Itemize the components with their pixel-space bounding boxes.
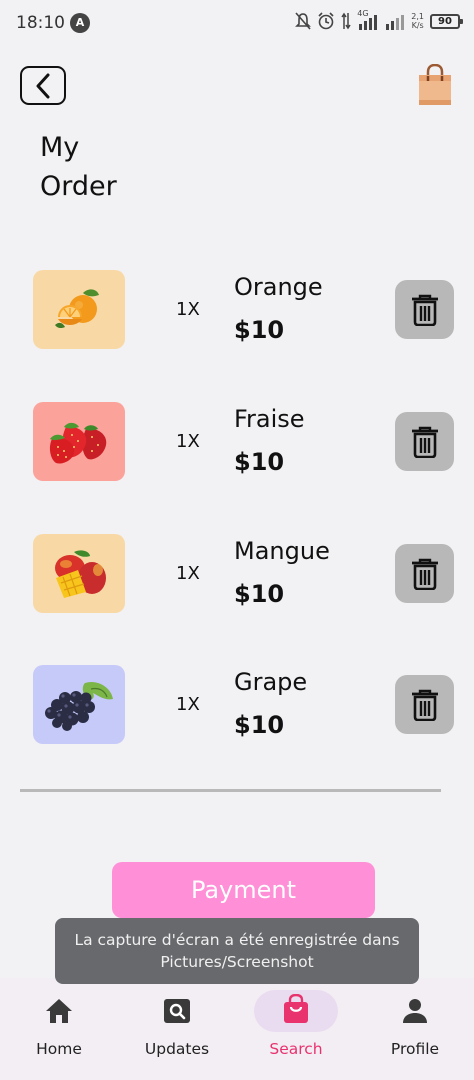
page-title: My Order (40, 132, 117, 202)
back-button[interactable] (20, 66, 66, 105)
data-transfer-icon (341, 12, 351, 30)
order-item-orange: 1X Orange $10 (0, 270, 474, 350)
trash-icon (411, 558, 438, 590)
battery-level: 90 (438, 15, 452, 27)
shopping-bag-nav-icon (284, 994, 308, 1023)
shopping-bag-icon[interactable] (418, 64, 452, 106)
signal-4g-group: 4G (357, 9, 379, 30)
item-quantity: 1X (176, 431, 200, 452)
notification-a-icon: A (70, 13, 90, 33)
net-speed: 2,1 K/s (411, 12, 424, 30)
screenshot-toast: La capture d'écran a été enregistrée dan… (55, 918, 419, 984)
item-name: Orange (234, 273, 323, 301)
item-price: $10 (234, 580, 285, 608)
trash-icon (411, 426, 438, 458)
payment-button[interactable]: Payment (112, 862, 375, 918)
item-quantity: 1X (176, 694, 200, 715)
search-box-icon (164, 999, 190, 1023)
nav-label-search: Search (269, 1040, 323, 1058)
product-thumbnail (33, 534, 125, 613)
trash-icon (411, 294, 438, 326)
order-item-mangue: 1X Mangue $10 (0, 534, 474, 614)
item-name: Mangue (234, 537, 330, 565)
nav-label-profile: Profile (390, 1040, 440, 1058)
order-item-grape: 1X Grape $10 (0, 665, 474, 745)
delete-item-button[interactable] (395, 412, 454, 471)
item-price: $10 (234, 448, 285, 476)
nav-label-updates: Updates (144, 1040, 210, 1058)
home-icon (46, 999, 72, 1023)
trash-icon (411, 689, 438, 721)
nav-label-home: Home (36, 1040, 82, 1058)
divider (20, 789, 441, 792)
product-thumbnail (33, 402, 125, 481)
alarm-icon (318, 12, 334, 30)
status-icons: 4G 2,1 K/s 90 (295, 9, 463, 30)
person-icon (403, 999, 427, 1023)
nav-item-profile[interactable]: Profile (356, 978, 474, 1080)
chevron-left-icon (36, 73, 50, 98)
delete-item-button[interactable] (395, 544, 454, 603)
order-item-fraise: 1X Fraise $10 (0, 402, 474, 482)
nav-item-search[interactable]: Search (237, 978, 355, 1080)
item-price: $10 (234, 711, 285, 739)
nav-item-home[interactable]: Home (0, 978, 118, 1080)
item-quantity: 1X (176, 563, 200, 584)
status-time: 18:10 (16, 13, 65, 33)
bell-off-icon (295, 12, 312, 30)
mango-icon (55, 549, 106, 598)
net-speed-value: 2,1 (411, 12, 424, 21)
item-quantity: 1X (176, 299, 200, 320)
signal-2-icon (386, 15, 405, 30)
net-speed-unit: K/s (411, 21, 424, 30)
battery-icon: 90 (430, 13, 463, 29)
grape-icon (45, 681, 113, 731)
bottom-nav: Home Updates Search Profile (0, 978, 474, 1080)
status-bar: 18:10 A 4G 2,1 K/s 90 (0, 0, 474, 48)
item-name: Fraise (234, 405, 305, 433)
delete-item-button[interactable] (395, 280, 454, 339)
product-thumbnail (33, 665, 125, 744)
signal-icon (359, 15, 378, 30)
product-thumbnail (33, 270, 125, 349)
orange-icon (55, 288, 99, 328)
item-price: $10 (234, 316, 285, 344)
delete-item-button[interactable] (395, 675, 454, 734)
strawberry-icon (49, 422, 107, 464)
item-name: Grape (234, 668, 308, 696)
nav-item-updates[interactable]: Updates (118, 978, 236, 1080)
